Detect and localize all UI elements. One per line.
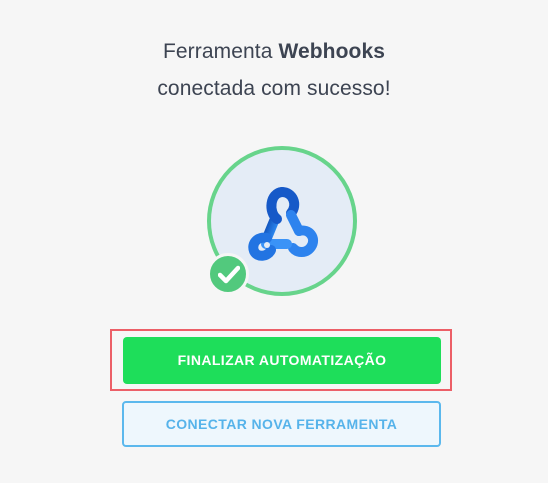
- title-line-1: Ferramenta Webhooks: [0, 33, 548, 70]
- tool-name: Webhooks: [278, 40, 386, 63]
- check-icon: [218, 265, 240, 284]
- success-badge: [207, 253, 249, 295]
- webhook-icon: [248, 187, 319, 261]
- tool-status-icon: [207, 146, 357, 296]
- success-screen: Ferramenta Webhooks conectada com sucess…: [0, 0, 548, 483]
- title-line-2: conectada com sucesso!: [157, 77, 391, 100]
- title-prefix: Ferramenta: [162, 40, 279, 63]
- page-title: Ferramenta Webhooks conectada com sucess…: [0, 33, 548, 107]
- finalize-automation-button[interactable]: FINALIZAR AUTOMATIZAÇÃO: [123, 337, 441, 384]
- connect-new-tool-button[interactable]: CONECTAR NOVA FERRAMENTA: [122, 401, 441, 447]
